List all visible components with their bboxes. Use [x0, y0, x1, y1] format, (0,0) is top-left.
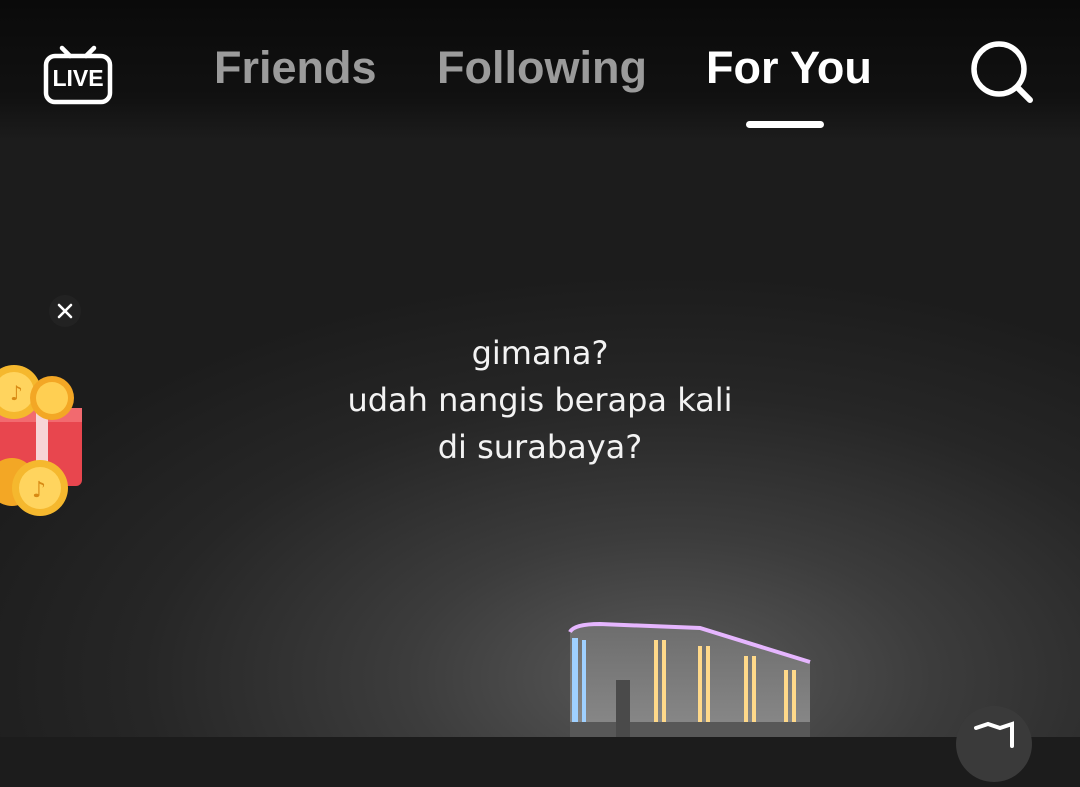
svg-text:♪: ♪ [10, 381, 23, 405]
close-icon [57, 303, 73, 319]
coin-gift-icon: ♪ ♪ [0, 365, 82, 516]
live-button[interactable]: LIVE [40, 34, 116, 110]
coin-gift-promo[interactable]: ♪ ♪ [0, 352, 90, 527]
caption-line-2: udah nangis berapa kali [347, 381, 733, 419]
active-tab-indicator [746, 121, 824, 128]
video-caption: gimana? udah nangis berapa kali di surab… [240, 330, 840, 471]
map-icon [974, 721, 1014, 748]
top-navigation-bar: LIVE Friends Following For You [0, 0, 1080, 140]
svg-text:♪: ♪ [32, 478, 46, 503]
tab-following[interactable]: Following [437, 40, 647, 96]
city-building-image [540, 610, 840, 737]
search-icon [971, 41, 1033, 103]
tab-for-you[interactable]: For You [706, 40, 872, 96]
search-button[interactable] [966, 36, 1038, 108]
tab-friends[interactable]: Friends [214, 40, 377, 96]
live-tv-icon: LIVE [43, 45, 113, 105]
caption-line-3: di surabaya? [437, 428, 643, 466]
live-label: LIVE [52, 65, 103, 91]
close-promo-button[interactable] [49, 295, 81, 327]
caption-line-1: gimana? [471, 334, 609, 372]
side-action-button[interactable] [956, 706, 1032, 782]
